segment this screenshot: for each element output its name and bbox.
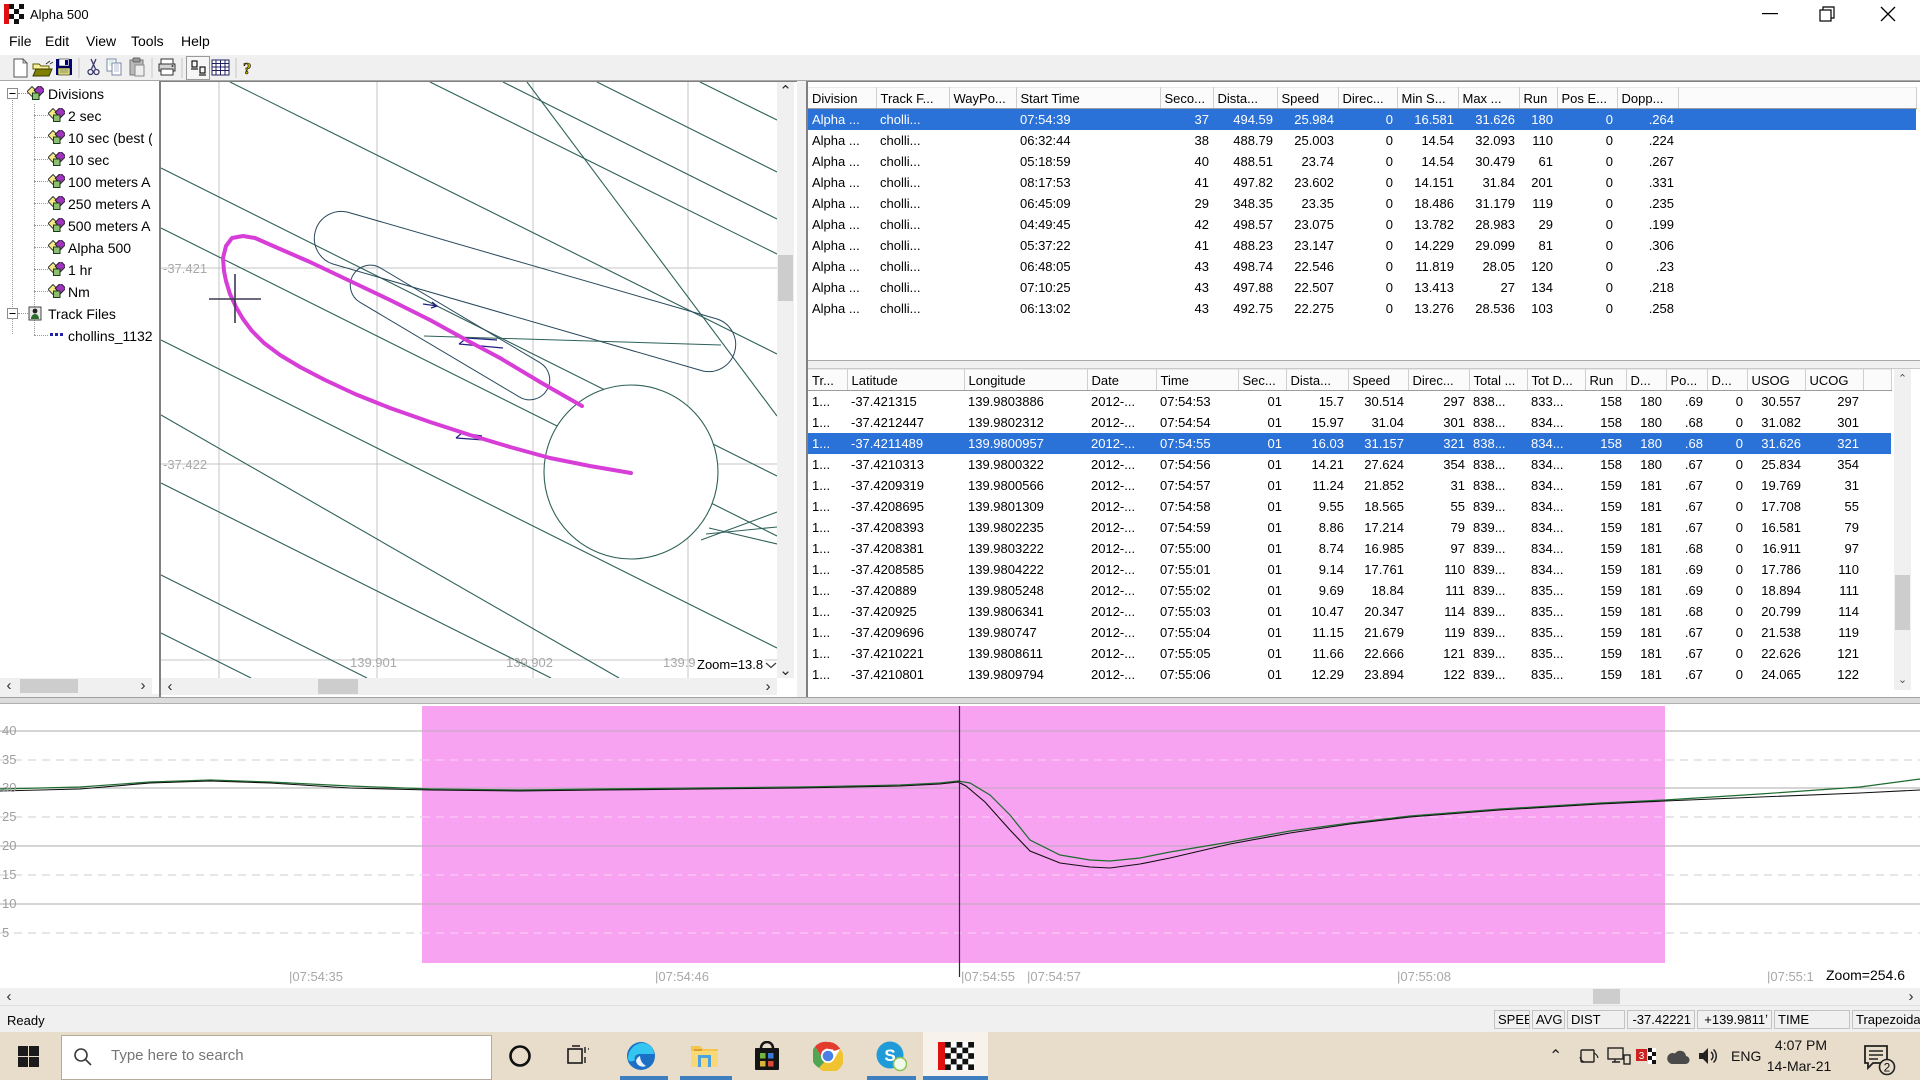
- svg-text:2: 2: [1884, 1061, 1891, 1075]
- svg-text:?: ?: [243, 59, 252, 78]
- svg-text:3: 3: [1639, 1051, 1645, 1062]
